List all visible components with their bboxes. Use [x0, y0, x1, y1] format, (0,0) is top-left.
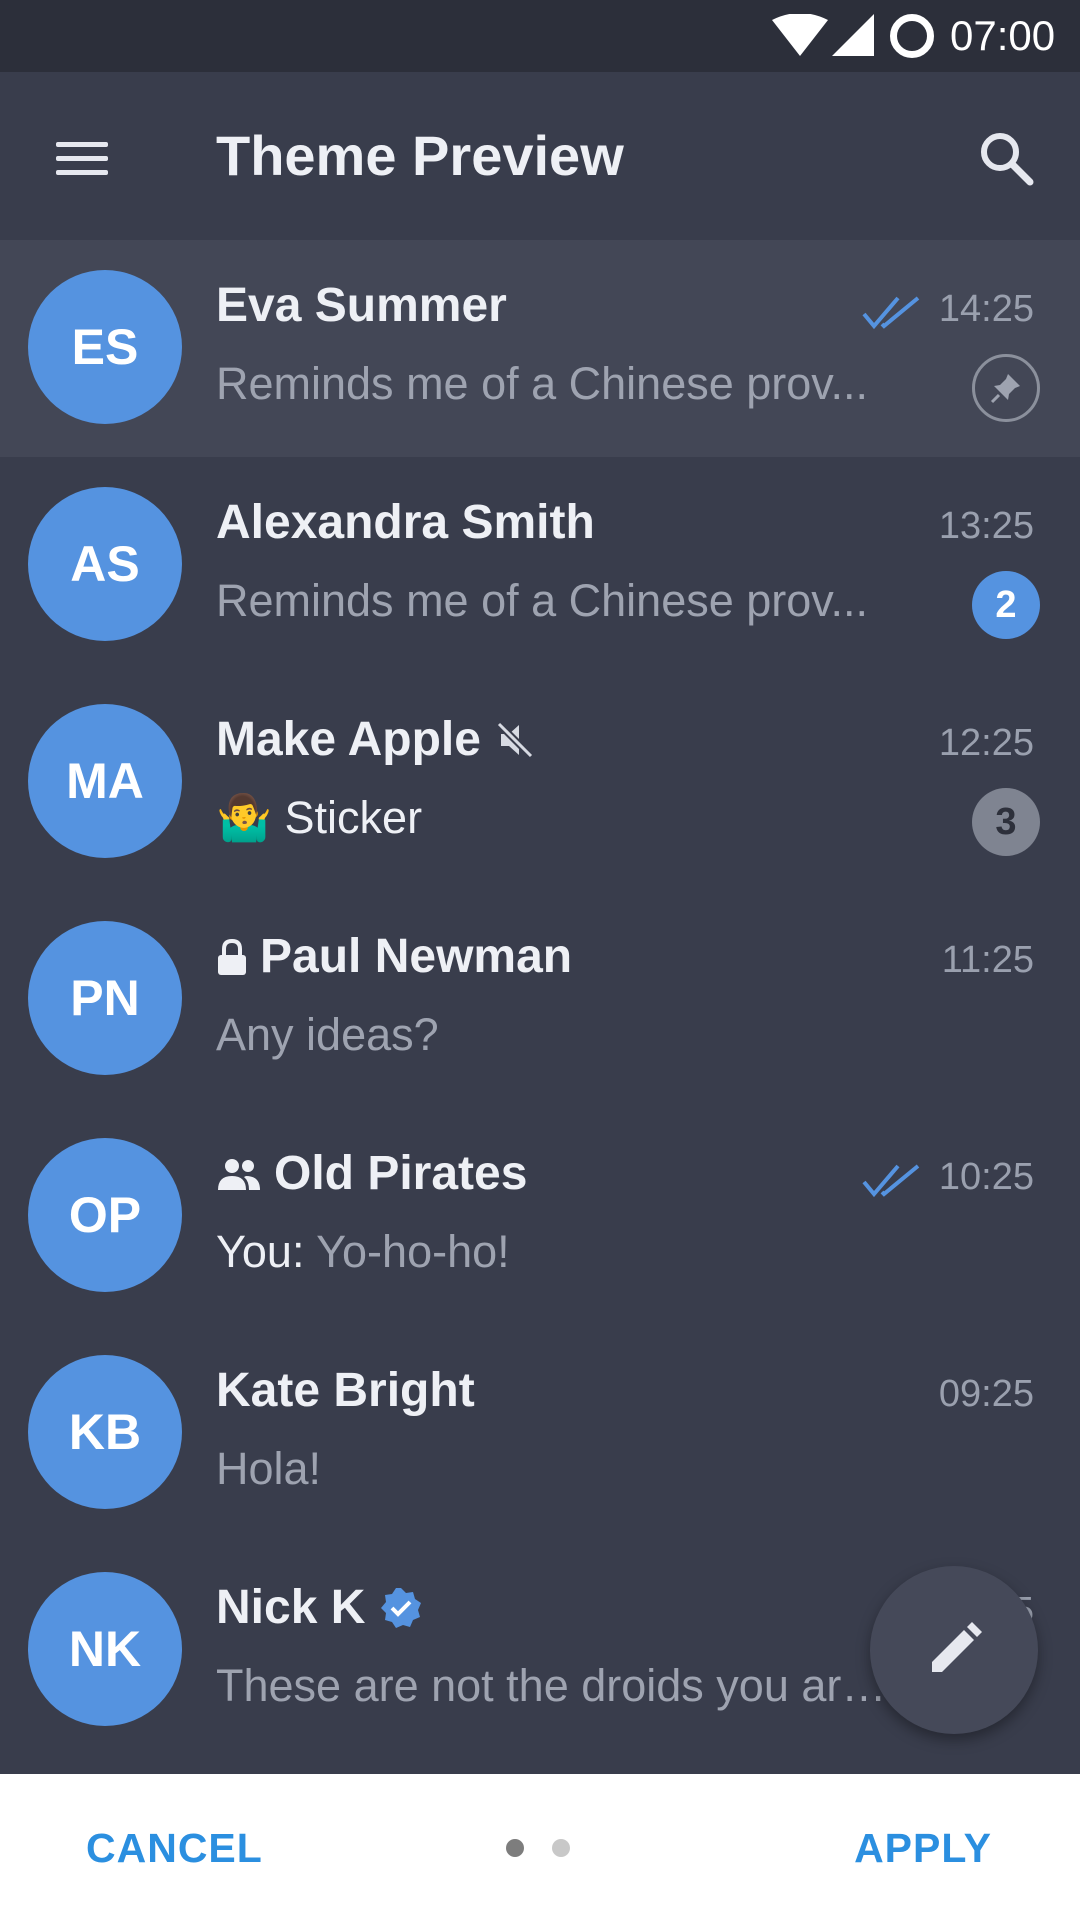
preview-text: Yo-ho-ho!	[316, 1226, 510, 1277]
double-check-icon	[862, 296, 920, 330]
chat-preview: These are not the droids you are looking…	[216, 1660, 896, 1711]
avatar: NK	[28, 1572, 182, 1726]
lock-icon	[216, 937, 248, 977]
page-indicator-active	[506, 1839, 524, 1857]
chat-name: Old Pirates	[216, 1144, 527, 1204]
chat-name: Nick K	[216, 1578, 423, 1638]
pencil-icon	[932, 1622, 982, 1672]
page-title: Theme Preview	[216, 124, 624, 187]
chat-time: 09:25	[938, 1373, 1034, 1415]
page-indicator	[552, 1839, 570, 1857]
bottom-bar: CANCEL APPLY	[0, 1774, 1080, 1920]
chat-time: 14:25	[938, 288, 1034, 330]
chat-preview: 🤷‍♂️ Sticker	[216, 792, 423, 843]
pin-icon	[972, 354, 1040, 422]
chat-time: 13:25	[938, 505, 1034, 547]
apply-button[interactable]: APPLY	[854, 1814, 992, 1882]
cancel-button[interactable]: CANCEL	[86, 1814, 263, 1882]
status-bar: 07:00	[0, 0, 1080, 72]
chat-preview: You: Yo-ho-ho!	[216, 1222, 896, 1282]
unread-badge: 2	[972, 571, 1040, 639]
avatar: AS	[28, 487, 182, 641]
chat-time: 10:25	[938, 1156, 1034, 1198]
avatar: PN	[28, 921, 182, 1075]
chat-list: ES Eva Summer 14:25 Reminds me of a Chin…	[0, 240, 1080, 1774]
avatar: MA	[28, 704, 182, 858]
app-bar: Theme Preview	[0, 72, 1080, 240]
avatar: OP	[28, 1138, 182, 1292]
menu-icon[interactable]	[52, 136, 112, 180]
chat-row[interactable]: OP Old Pirates 10:25 You: Yo-ho-ho!	[0, 1108, 1080, 1325]
chat-name: Paul Newman	[216, 927, 572, 987]
chat-row[interactable]: MA Make Apple 12:25 🤷‍♂️ Sticker 3	[0, 674, 1080, 891]
muted-icon	[495, 720, 535, 760]
chat-row[interactable]: KB Kate Bright 09:25 Hola!	[0, 1325, 1080, 1542]
avatar: ES	[28, 270, 182, 424]
chat-name: Alexandra Smith	[216, 496, 595, 549]
preview-sender: You:	[216, 1226, 317, 1277]
verified-icon	[379, 1586, 423, 1630]
chat-preview: Reminds me of a Chinese prov...	[216, 358, 868, 409]
chat-row[interactable]: ES Eva Summer 14:25 Reminds me of a Chin…	[0, 240, 1080, 457]
chat-time: 11:25	[941, 939, 1034, 981]
search-icon[interactable]	[976, 128, 1036, 188]
chat-name: Make Apple	[216, 710, 535, 770]
unread-badge: 3	[972, 788, 1040, 856]
chat-preview: Hola!	[216, 1443, 322, 1494]
wifi-icon	[772, 14, 828, 56]
chat-row[interactable]: AS Alexandra Smith 13:25 Reminds me of a…	[0, 457, 1080, 674]
double-check-icon	[862, 1164, 920, 1198]
status-time: 07:00	[950, 12, 1056, 59]
chat-preview: Any ideas?	[216, 1009, 439, 1060]
chat-row[interactable]: PN Paul Newman 11:25 Any ideas?	[0, 891, 1080, 1108]
chat-name: Kate Bright	[216, 1364, 475, 1417]
chat-time: 12:25	[938, 722, 1034, 764]
compose-button[interactable]	[870, 1566, 1038, 1734]
chat-name: Eva Summer	[216, 279, 507, 332]
chat-preview: Reminds me of a Chinese prov...	[216, 575, 868, 626]
cell-signal-icon	[832, 14, 874, 56]
avatar: KB	[28, 1355, 182, 1509]
ring-icon	[890, 14, 934, 58]
group-icon	[216, 1154, 262, 1194]
